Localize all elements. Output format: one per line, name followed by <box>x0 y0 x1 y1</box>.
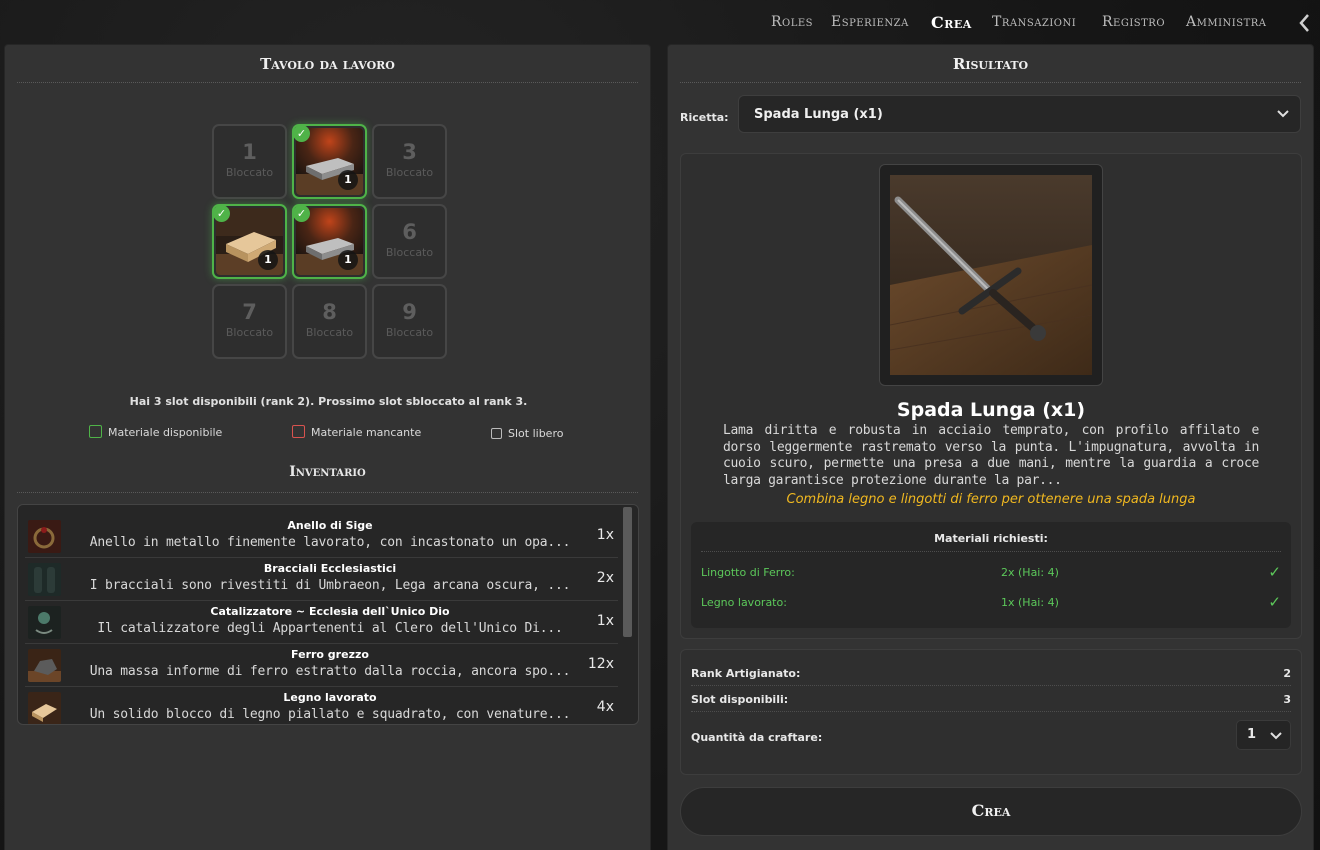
slot-number: 9 <box>402 300 417 324</box>
bracers-thumbnail <box>28 563 61 596</box>
nav-transazioni[interactable]: Transazioni <box>992 14 1076 30</box>
craft-slot-8[interactable]: 8 Bloccato <box>292 284 367 359</box>
recipe-label: Ricetta: <box>680 111 729 124</box>
recipe-selected-value: Spada Lunga (x1) <box>754 107 883 122</box>
workbench-panel: Tavolo da lavoro 1 Bloccato ✓ 1 3 Blocca… <box>4 44 651 850</box>
craft-slot-5[interactable]: ✓ 1 <box>292 204 367 279</box>
check-icon: ✓ <box>213 205 230 222</box>
materials-title: Materiali richiesti: <box>701 532 1281 552</box>
slot-number: 1 <box>242 140 257 164</box>
chevron-down-icon <box>1270 732 1282 740</box>
material-row: Lingotto di Ferro: 2x (Hai: 4) ✓ <box>701 563 1281 581</box>
inventory-item[interactable]: Anello di Sige Anello in metallo finemen… <box>25 515 618 558</box>
craft-slot-1[interactable]: 1 Bloccato <box>212 124 287 199</box>
stat-slots: Slot disponibili: 3 <box>691 686 1291 712</box>
slot-locked-label: Bloccato <box>225 166 274 179</box>
nav-registro[interactable]: Registro <box>1102 14 1165 30</box>
required-materials: Materiali richiesti: Lingotto di Ferro: … <box>691 522 1291 628</box>
inventory-item[interactable]: Bracciali Ecclesiastici I bracciali sono… <box>25 558 618 601</box>
legend-missing: Materiale mancante <box>292 425 421 439</box>
stat-rank: Rank Artigianato: 2 <box>691 660 1291 686</box>
slot-quantity: 1 <box>338 170 358 190</box>
inventory-scrollbar[interactable] <box>623 507 632 637</box>
craft-slot-2[interactable]: ✓ 1 <box>292 124 367 199</box>
craft-slot-3[interactable]: 3 Bloccato <box>372 124 447 199</box>
result-item-description: Lama diritta e robusta in acciaio tempra… <box>723 423 1259 488</box>
slot-info-text: Hai 3 slot disponibili (rank 2). Prossim… <box>129 395 528 408</box>
craft-slot-6[interactable]: 6 Bloccato <box>372 204 447 279</box>
slot-quantity: 1 <box>338 250 358 270</box>
slot-locked-label: Bloccato <box>305 326 354 339</box>
slot-locked-label: Bloccato <box>385 166 434 179</box>
slot-locked-label: Bloccato <box>385 246 434 259</box>
inventory-list: Anello di Sige Anello in metallo finemen… <box>17 504 639 725</box>
quantity-select[interactable]: 1 <box>1236 720 1291 750</box>
slot-locked-label: Bloccato <box>385 326 434 339</box>
slot-number: 7 <box>242 300 257 324</box>
ring-thumbnail <box>28 520 61 553</box>
slot-locked-label: Bloccato <box>225 326 274 339</box>
result-item-name: Spada Lunga (x1) <box>896 399 1086 421</box>
result-image-frame <box>879 164 1103 386</box>
craft-slot-4[interactable]: ✓ 1 <box>212 204 287 279</box>
check-icon: ✓ <box>293 125 310 142</box>
result-title: Risultato <box>680 53 1301 83</box>
legend-available: Materiale disponibile <box>89 425 222 439</box>
workbench-title: Tavolo da lavoro <box>17 53 638 83</box>
inventory-item[interactable]: Ferro grezzo Una massa informe di ferro … <box>25 644 618 687</box>
legend-red-box <box>292 425 305 438</box>
craft-slot-9[interactable]: 9 Bloccato <box>372 284 447 359</box>
check-icon: ✓ <box>1268 563 1281 581</box>
check-icon: ✓ <box>293 205 310 222</box>
result-card: Spada Lunga (x1) Lama diritta e robusta … <box>680 153 1302 639</box>
slot-quantity: 1 <box>258 250 278 270</box>
quantity-value: 1 <box>1247 727 1257 742</box>
nav-roles[interactable]: Roles <box>771 14 813 30</box>
crafting-stats: Rank Artigianato: 2 Slot disponibili: 3 … <box>680 649 1302 775</box>
inventory-item[interactable]: Legno lavorato Un solido blocco di legno… <box>25 687 618 724</box>
check-icon: ✓ <box>1268 593 1281 611</box>
recipe-hint: Combina legno e lingotti di ferro per ot… <box>786 492 1196 507</box>
slot-number: 8 <box>322 300 337 324</box>
sword-image <box>890 175 1092 375</box>
wood-thumbnail <box>28 692 61 724</box>
result-panel: Risultato Ricetta: Spada Lunga (x1) Spad… <box>667 44 1314 850</box>
slot-number: 3 <box>402 140 417 164</box>
recipe-select[interactable]: Spada Lunga (x1) <box>738 95 1301 133</box>
chevron-down-icon <box>1277 110 1289 118</box>
chevron-left-icon[interactable] <box>1297 12 1313 34</box>
legend-free-box <box>491 428 502 439</box>
amulet-thumbnail <box>28 606 61 639</box>
nav-amministra[interactable]: Amministra <box>1186 14 1267 30</box>
stat-quantity: Quantità da craftare: <box>691 731 823 744</box>
material-row: Legno lavorato: 1x (Hai: 4) ✓ <box>701 593 1281 611</box>
craft-slot-7[interactable]: 7 Bloccato <box>212 284 287 359</box>
legend-free: Slot libero <box>491 427 563 440</box>
nav-esperienza[interactable]: Esperienza <box>831 14 909 30</box>
inventory-title: Inventario <box>17 460 638 493</box>
top-nav: Roles Esperienza Crea Transazioni Regist… <box>0 0 1320 46</box>
nav-crea[interactable]: Crea <box>931 13 972 32</box>
inventory-item[interactable]: Catalizzatore ~ Ecclesia dell`Unico Dio … <box>25 601 618 644</box>
legend-green-box <box>89 425 102 438</box>
craft-button[interactable]: Crea <box>680 787 1302 836</box>
iron-ore-thumbnail <box>28 649 61 682</box>
slot-number: 6 <box>402 220 417 244</box>
